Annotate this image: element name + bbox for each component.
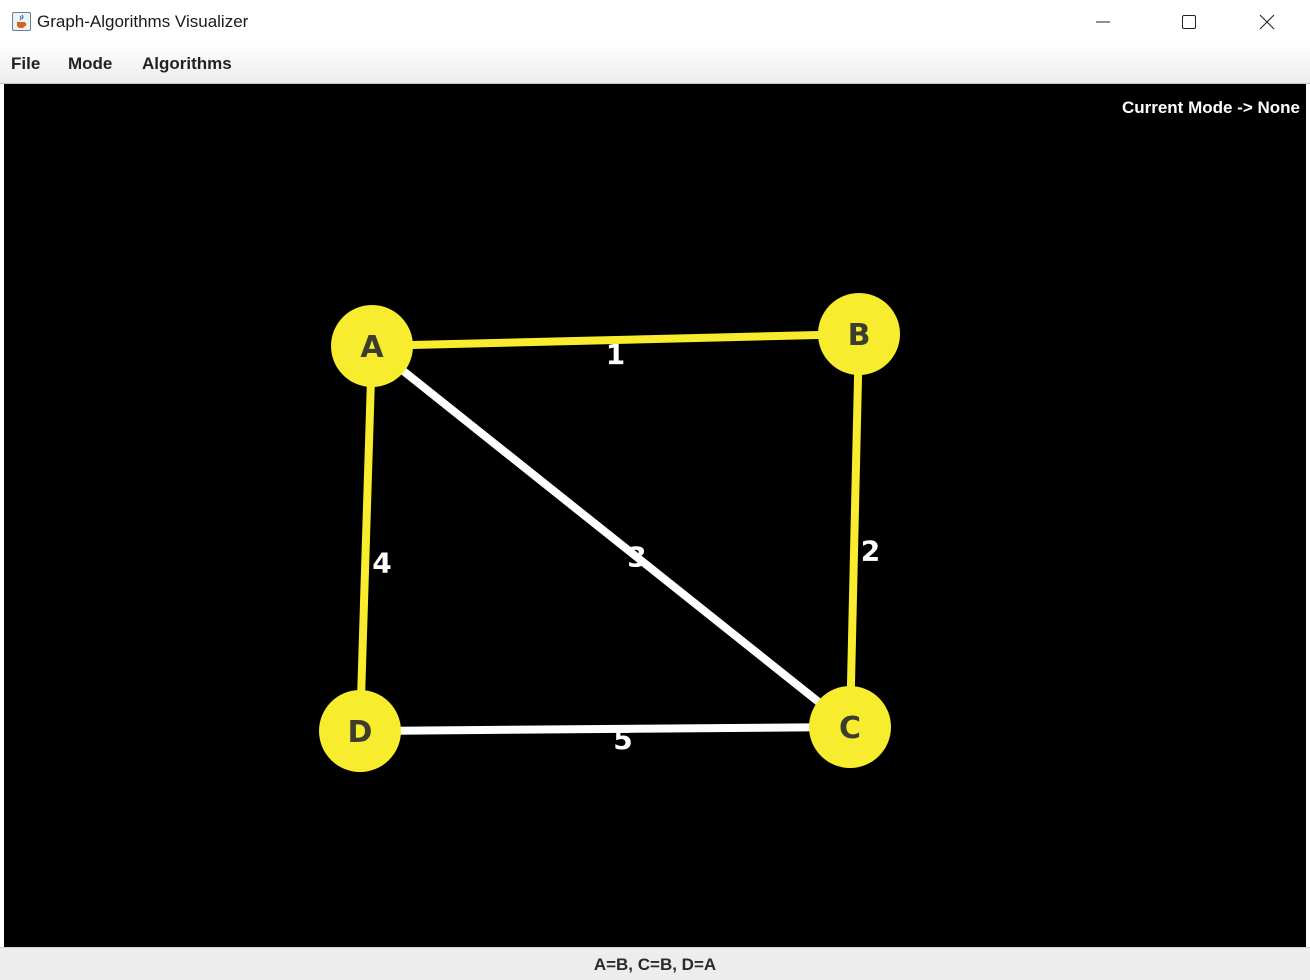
edge-weight-B-C: 2 [861,535,880,568]
node-label-C: C [839,711,861,746]
minimize-icon [1096,21,1110,23]
menu-bar: File Mode Algorithms [0,44,1310,84]
close-button[interactable] [1244,0,1290,44]
graph-drawing[interactable]: 1 2 3 4 5 A B C D [4,84,1306,947]
close-icon [1259,14,1275,30]
status-text: A=B, C=B, D=A [593,955,717,974]
maximize-button[interactable] [1166,0,1212,44]
menu-algorithms[interactable]: Algorithms [142,54,232,74]
maximize-icon [1182,15,1196,29]
window-title: Graph-Algorithms Visualizer [37,12,249,31]
edge-weight-D-C: 5 [613,723,632,756]
edge-D-C[interactable] [359,723,851,735]
edge-A-D[interactable] [356,345,376,732]
edge-B-C[interactable] [846,333,863,728]
app-window: Graph-Algorithms Visualizer File Mode Al… [0,0,1310,980]
edge-weight-A-C: 3 [627,541,646,574]
node-label-B: B [848,318,871,353]
status-bar: A=B, C=B, D=A [0,947,1310,980]
graph-canvas[interactable]: Current Mode -> None 12345ABCD [4,84,1306,947]
menu-file[interactable]: File [11,54,40,74]
node-label-A: A [360,330,384,365]
edge-weight-A-B: 1 [606,338,625,371]
edge-A-C[interactable] [369,342,853,731]
title-bar[interactable]: Graph-Algorithms Visualizer [0,0,1310,44]
menu-mode[interactable]: Mode [68,54,112,74]
java-cup-icon [12,12,31,31]
edge-weight-A-D: 4 [372,547,391,580]
minimize-button[interactable] [1080,0,1126,44]
node-label-D: D [348,715,373,750]
